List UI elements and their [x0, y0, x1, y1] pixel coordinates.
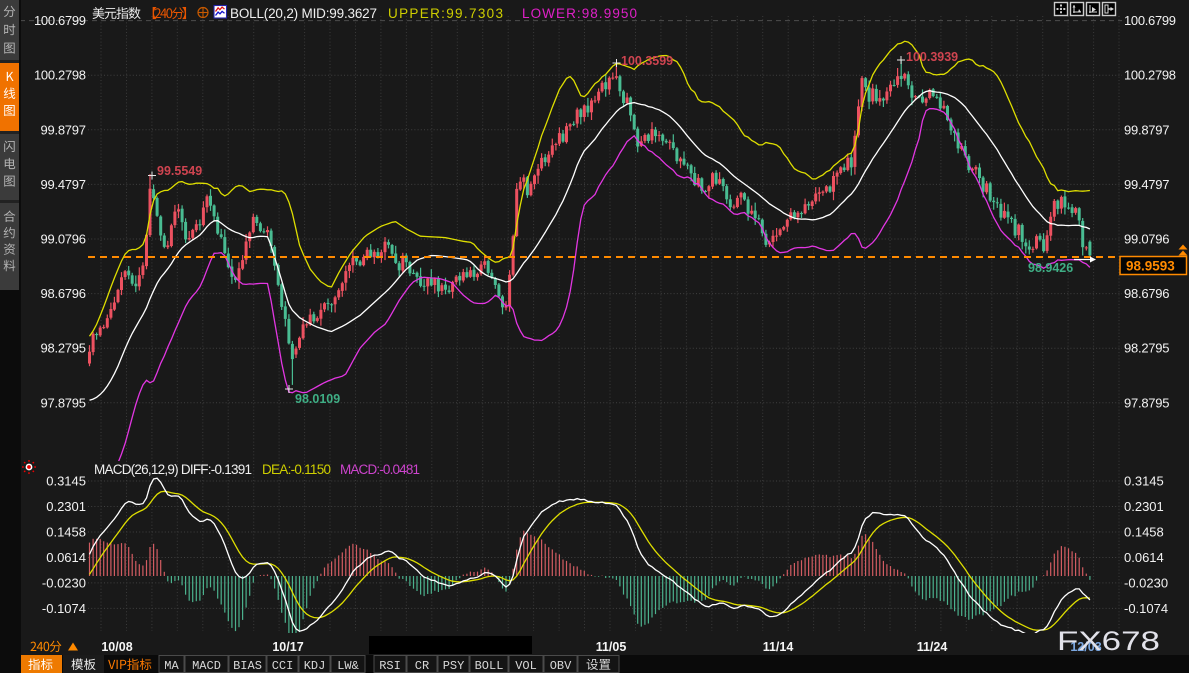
svg-text:98.6796: 98.6796	[41, 286, 87, 301]
svg-text:97.8795: 97.8795	[41, 395, 87, 410]
svg-text:0.3145: 0.3145	[1124, 474, 1164, 489]
svg-text:LW&: LW&	[337, 659, 359, 673]
svg-text:98.9593: 98.9593	[1126, 259, 1175, 274]
svg-text:97.8795: 97.8795	[1124, 395, 1170, 410]
svg-text:98.0109: 98.0109	[295, 392, 340, 406]
svg-text:0.0614: 0.0614	[1124, 550, 1164, 565]
svg-text:99.0796: 99.0796	[1124, 232, 1170, 247]
svg-text:FX678: FX678	[1057, 626, 1160, 656]
svg-text:99.8797: 99.8797	[1124, 122, 1170, 137]
svg-text:0.1458: 0.1458	[46, 525, 86, 540]
svg-text:99.0796: 99.0796	[41, 232, 87, 247]
svg-text:99.5549: 99.5549	[157, 164, 202, 178]
svg-text:-0.1074: -0.1074	[42, 601, 86, 616]
svg-text:100.6799: 100.6799	[34, 13, 86, 28]
svg-text:BIAS: BIAS	[233, 659, 262, 673]
svg-text:KDJ: KDJ	[304, 659, 326, 673]
svg-text:0.2301: 0.2301	[1124, 499, 1164, 514]
svg-text:98.6796: 98.6796	[1124, 286, 1170, 301]
svg-text:MA: MA	[164, 659, 179, 673]
svg-text:0.1458: 0.1458	[1124, 525, 1164, 540]
svg-text:0.3145: 0.3145	[46, 474, 86, 489]
svg-text:DEA:-0.1150: DEA:-0.1150	[262, 462, 331, 477]
svg-text:100.3599: 100.3599	[621, 54, 673, 68]
svg-text:10/17: 10/17	[272, 640, 303, 654]
svg-text:-0.0230: -0.0230	[42, 575, 86, 590]
svg-text:LOWER:98.9950: LOWER:98.9950	[522, 6, 637, 21]
svg-text:98.2795: 98.2795	[1124, 341, 1170, 356]
svg-text:MACD: MACD	[192, 659, 221, 673]
svg-text:0.2301: 0.2301	[46, 499, 86, 514]
svg-text:10/08: 10/08	[101, 640, 132, 654]
svg-text:OBV: OBV	[550, 659, 572, 673]
svg-text:UPPER:99.7303: UPPER:99.7303	[388, 6, 503, 21]
svg-text:11/05: 11/05	[596, 640, 627, 654]
svg-text:-0.0230: -0.0230	[1124, 575, 1168, 590]
svg-text:100.2798: 100.2798	[34, 68, 86, 83]
svg-text:100.2798: 100.2798	[1124, 68, 1176, 83]
svg-text:CCI: CCI	[272, 659, 294, 673]
svg-text:BOLL: BOLL	[475, 659, 504, 673]
svg-text:99.8797: 99.8797	[41, 122, 87, 137]
svg-text:99.4797: 99.4797	[41, 177, 87, 192]
svg-text:98.2795: 98.2795	[41, 341, 87, 356]
svg-text:98.9426: 98.9426	[1028, 261, 1073, 275]
svg-text:MACD:-0.0481: MACD:-0.0481	[340, 462, 420, 477]
svg-text:11/24: 11/24	[917, 640, 948, 654]
svg-text:MACD(26,12,9) DIFF:-0.1391: MACD(26,12,9) DIFF:-0.1391	[94, 462, 252, 477]
svg-text:VOL: VOL	[515, 659, 537, 673]
svg-text:PSY: PSY	[443, 659, 465, 673]
svg-text:100.6799: 100.6799	[1124, 13, 1176, 28]
svg-text:CR: CR	[415, 659, 429, 673]
svg-text:11/14: 11/14	[763, 640, 794, 654]
svg-text:99.4797: 99.4797	[1124, 177, 1170, 192]
svg-text:100.3939: 100.3939	[906, 50, 958, 64]
svg-text:BOLL(20,2) MID:99.3627: BOLL(20,2) MID:99.3627	[230, 6, 377, 21]
svg-text:-0.1074: -0.1074	[1124, 601, 1168, 616]
svg-text:0.0614: 0.0614	[46, 550, 86, 565]
svg-text:RSI: RSI	[379, 659, 401, 673]
